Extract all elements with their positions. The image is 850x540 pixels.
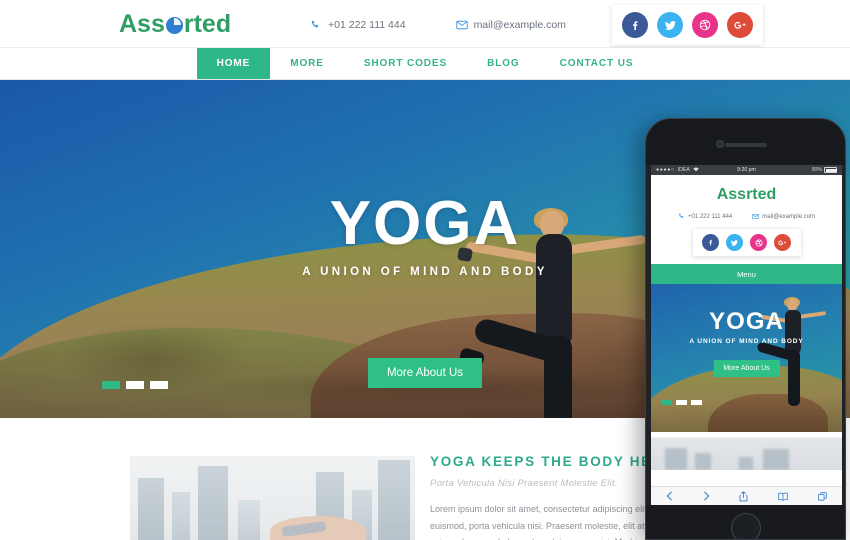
logo-text-suffix: rted [183,10,232,38]
phone-social-card [692,229,801,256]
twitter-icon[interactable] [657,12,683,38]
phone-slider-dot-2[interactable] [676,400,687,405]
phone-slider-pagination [661,400,702,405]
phone-contact-email-text: mail@example.com [762,213,816,220]
signal-icon: ●●●●○ [656,167,675,173]
phone-contact-phone-text: +01 222 111 444 [687,213,733,220]
back-icon[interactable] [666,491,673,501]
main-navigation: HOME MORE SHORT CODES BLOG CONTACT US [0,48,850,80]
phone-slider-dot-1[interactable] [661,400,672,405]
phone-speaker [724,143,767,147]
battery-percent-label: 90% [811,167,822,173]
phone-mockup: ●●●●○ IDEA 9:20 pm 90% Assrted +01 222 1… [645,118,846,540]
phone-hero-subtitle: A UNION OF MIND AND BODY [689,338,804,345]
slider-dot-3[interactable] [150,381,168,389]
phone-google-plus-icon[interactable] [774,234,791,251]
phone-front-camera [716,140,724,148]
bookmarks-icon[interactable] [778,492,788,501]
figure-standing-leg [544,336,572,418]
mail-icon [455,20,468,31]
safari-toolbar [651,486,842,505]
preview-block [739,457,753,470]
phone-twitter-icon[interactable] [726,234,743,251]
header-email-text: mail@example.com [473,19,566,31]
battery-icon [824,167,837,173]
carrier-label: IDEA [677,167,690,173]
phone-contact-group: +01 222 111 444 mail@example.com [651,213,842,220]
phone-hero-button[interactable]: More About Us [713,360,780,377]
content-image [130,456,415,540]
phone-hero-slider: YOGA A UNION OF MIND AND BODY More About… [651,284,842,432]
hero-more-about-us-button[interactable]: More About Us [367,358,483,388]
header-social-card [612,5,763,45]
phone-site-logo[interactable]: Assrted [651,186,842,204]
phone-figure-standing-leg [788,350,800,406]
status-time: 9:20 pm [737,167,756,173]
phone-screen: ●●●●○ IDEA 9:20 pm 90% Assrted +01 222 1… [651,165,842,486]
phone-logo-suffix: rted [746,186,777,203]
slider-dot-2[interactable] [126,381,144,389]
content-image-overlay [130,456,415,540]
header-email[interactable]: mail@example.com [455,19,566,31]
site-logo[interactable]: Ass rted [119,10,231,39]
share-icon[interactable] [739,490,748,502]
nav-item-home[interactable]: HOME [196,48,271,79]
phone-icon [310,20,321,31]
preview-block [695,453,711,470]
nav-item-more[interactable]: MORE [270,48,344,79]
status-right-group: 90% [812,167,837,173]
header-phone-text: +01 222 111 444 [328,19,406,31]
phone-menu-button[interactable]: Menu [651,264,842,284]
wifi-icon [693,167,699,174]
phone-home-button[interactable] [730,513,761,539]
header-phone[interactable]: +01 222 111 444 [310,19,406,31]
slider-dot-1[interactable] [102,381,120,389]
google-plus-icon[interactable] [727,12,753,38]
phone-status-bar: ●●●●○ IDEA 9:20 pm 90% [651,165,842,175]
nav-item-blog[interactable]: BLOG [467,48,540,79]
header-bar: Ass rted +01 222 111 444 mail@example.com [0,0,850,48]
phone-content-preview [651,432,842,470]
header-contact-group: +01 222 111 444 mail@example.com [310,19,566,31]
phone-contact-email[interactable]: mail@example.com [752,213,815,220]
phone-facebook-icon[interactable] [702,234,719,251]
logo-pie-icon [165,17,183,34]
logo-text-prefix: Ass [119,10,165,38]
phone-top-bezel [646,119,845,165]
tabs-icon[interactable] [818,491,827,501]
preview-block [763,449,789,470]
facebook-icon[interactable] [622,12,648,38]
nav-item-short-codes[interactable]: SHORT CODES [344,48,467,79]
forward-icon[interactable] [703,491,710,501]
phone-contact-phone[interactable]: +01 222 111 444 [678,213,732,220]
phone-hero-title: YOGA [709,308,784,335]
phone-slider-dot-3[interactable] [691,400,702,405]
page-root: Ass rted +01 222 111 444 mail@example.com [0,0,850,540]
dribbble-icon[interactable] [692,12,718,38]
nav-item-contact-us[interactable]: CONTACT US [540,48,654,79]
preview-block [665,448,687,470]
phone-dribbble-icon[interactable] [750,234,767,251]
hero-slider-pagination [102,381,168,389]
phone-logo-prefix: Ass [716,186,747,203]
